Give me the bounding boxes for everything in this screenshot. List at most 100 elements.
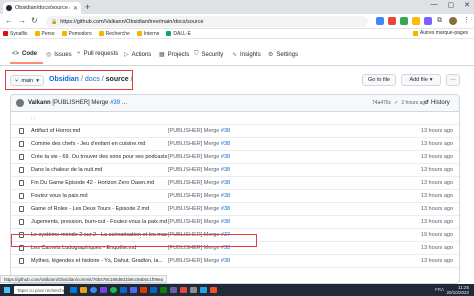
app-icon[interactable] — [190, 287, 197, 293]
clock[interactable]: 11:25 20/10/2022 — [446, 285, 469, 295]
profile-avatar[interactable] — [449, 17, 457, 25]
commit-pr-link[interactable]: #38 — [221, 128, 230, 134]
browser-tab[interactable]: Obsidian/docs/source at main ✕ — [3, 2, 81, 14]
file-commit-message[interactable]: [PUBLISHER] Merge #38 — [168, 258, 230, 264]
table-row[interactable]: Artifact of Horror.md [PUBLISHER] Merge #… — [11, 125, 459, 138]
file-name[interactable]: Comme des chefs - Jeu d'enfant en cuisin… — [31, 141, 167, 147]
commit-pr-link[interactable]: #39 — [110, 100, 120, 106]
tab-code[interactable]: <> Code — [12, 51, 37, 57]
avatar[interactable] — [16, 99, 24, 107]
file-commit-message[interactable]: [PUBLISHER] Merge #38 — [168, 180, 230, 186]
forward-icon[interactable]: → — [18, 16, 26, 26]
tab-pull-requests[interactable]: ⑂ Pull requests — [77, 51, 118, 57]
extension-icon[interactable] — [376, 17, 384, 25]
app-icon[interactable] — [120, 287, 127, 293]
file-name[interactable]: Dans la chaleur de la nuit.md — [31, 167, 167, 173]
language-indicator[interactable]: FRA — [435, 287, 444, 292]
table-row[interactable]: Jugements, pression, burn-out - Foutez-v… — [11, 216, 459, 229]
task-view-icon[interactable] — [70, 287, 77, 293]
tab-actions[interactable]: ▷ Actions — [124, 51, 151, 59]
commit-pr-link[interactable]: #38 — [221, 167, 230, 173]
explorer-icon[interactable] — [80, 287, 87, 293]
history-link[interactable]: ↺ History — [424, 99, 450, 107]
commit-pr-link[interactable]: #38 — [221, 219, 230, 225]
commit-pr-link[interactable]: #38 — [221, 206, 230, 212]
menu-kebab-icon[interactable]: ⋮ — [463, 16, 470, 26]
commit-sha[interactable]: 74a476c — [372, 100, 391, 106]
file-name[interactable]: Mythes, légendes et histoire - Ys, Dahut… — [31, 258, 167, 264]
taskbar-search[interactable]: Taper ici pour rechercher — [14, 286, 64, 294]
commit-pr-link[interactable]: #38 — [221, 180, 230, 186]
table-row[interactable]: Foutez vous la paix.md [PUBLISHER] Merge … — [11, 190, 459, 203]
lock-icon[interactable]: 🔒 — [51, 19, 57, 25]
bookmark-item[interactable]: DALL-E — [166, 31, 191, 37]
file-name[interactable]: Fin Du Game Episode 42 - Horizon Zero Da… — [31, 180, 167, 186]
address-url[interactable]: https://github.com/Valkann/Obsidian/tree… — [60, 19, 203, 25]
more-options-button[interactable]: ··· — [446, 74, 460, 86]
app-icon[interactable] — [210, 287, 217, 293]
tab-insights[interactable]: ∿ Insights — [232, 51, 261, 59]
obsidian-icon[interactable] — [100, 287, 107, 293]
file-name[interactable]: Game of Roles - Les Deux Tours - Episode… — [31, 206, 167, 212]
file-commit-message[interactable]: [PUBLISHER] Merge #38 — [168, 154, 230, 160]
app-icon[interactable] — [140, 287, 147, 293]
branch-selector[interactable]: ⑂ main ▾ — [10, 75, 44, 86]
other-bookmarks[interactable]: Autres marque-pages — [412, 30, 468, 36]
app-icon[interactable] — [150, 287, 157, 293]
close-window-button[interactable]: ✕ — [464, 1, 470, 9]
bookmark-item[interactable]: Synaflix — [3, 31, 28, 37]
table-row[interactable]: Dans la chaleur de la nuit.md [PUBLISHER]… — [11, 164, 459, 177]
file-commit-message[interactable]: [PUBLISHER] Merge #38 — [168, 219, 230, 225]
extension-icon[interactable] — [388, 17, 396, 25]
minimize-button[interactable]: — — [431, 1, 438, 9]
bookmark-item[interactable]: Recherche — [98, 31, 130, 37]
bookmark-item[interactable]: Interne — [136, 31, 159, 37]
tab-security[interactable]: ⛉ Security — [194, 51, 223, 58]
bookmark-item[interactable]: Pomodoro — [61, 31, 92, 37]
back-icon[interactable]: ← — [5, 16, 13, 26]
puzzle-icon[interactable]: ⧉ — [437, 16, 442, 26]
tab-settings[interactable]: ⚙ Settings — [268, 51, 298, 59]
commit-pr-link[interactable]: #38 — [221, 193, 230, 199]
vscode-icon[interactable] — [200, 287, 207, 293]
table-row[interactable]: Mythes, légendes et histoire - Ys, Dahut… — [11, 255, 459, 268]
close-tab-icon[interactable]: ✕ — [73, 5, 78, 12]
tab-projects[interactable]: ▦ Projects — [159, 51, 189, 59]
commit-ellipsis[interactable]: … — [122, 100, 128, 106]
add-file-button[interactable]: Add file ▾ — [401, 74, 441, 86]
address-bar[interactable]: 🔒 https://github.com/Valkann/Obsidian/tr… — [46, 16, 368, 27]
breadcrumb-repo[interactable]: Obsidian — [49, 76, 79, 83]
reload-icon[interactable]: ↻ — [31, 16, 38, 26]
chrome-icon[interactable] — [90, 287, 97, 293]
table-row[interactable]: Crée ta vie - 69. Ou trouver des sons po… — [11, 151, 459, 164]
start-button[interactable] — [4, 287, 10, 293]
extension-icon[interactable] — [412, 17, 420, 25]
commit-pr-link[interactable]: #38 — [221, 258, 230, 264]
file-name[interactable]: .. — [31, 115, 167, 121]
go-to-file-button[interactable]: Go to file — [362, 74, 396, 86]
parent-directory-row[interactable]: .. — [11, 112, 459, 125]
file-name[interactable]: Foutez vous la paix.md — [31, 193, 167, 199]
file-name[interactable]: Crée ta vie - 69. Ou trouver des sons po… — [31, 154, 167, 160]
table-row[interactable]: Game of Roles - Les Deux Tours - Episode… — [11, 203, 459, 216]
bookmark-item[interactable]: Perso — [34, 31, 55, 37]
teams-icon[interactable] — [170, 287, 177, 293]
table-row[interactable]: Comme des chefs - Jeu d'enfant en cuisin… — [11, 138, 459, 151]
file-name[interactable]: Jugements, pression, burn-out - Foutez-v… — [31, 219, 167, 225]
extension-icon[interactable] — [424, 17, 432, 25]
breadcrumb-docs[interactable]: docs — [85, 76, 100, 83]
file-name[interactable]: Artifact of Horror.md — [31, 128, 167, 134]
commit-message[interactable]: [PUBLISHER] Merge — [52, 100, 108, 106]
new-tab-button[interactable]: + — [85, 2, 90, 12]
commit-author[interactable]: Valkann — [28, 100, 51, 106]
tab-issues[interactable]: ◎ Issues — [46, 51, 72, 59]
extension-icon[interactable] — [400, 17, 408, 25]
app-icon[interactable] — [180, 287, 187, 293]
file-commit-message[interactable]: [PUBLISHER] Merge #38 — [168, 141, 230, 147]
app-icon[interactable] — [160, 287, 167, 293]
table-row[interactable]: Fin Du Game Episode 42 - Horizon Zero Da… — [11, 177, 459, 190]
maximize-button[interactable]: ▢ — [448, 1, 455, 9]
commit-pr-link[interactable]: #38 — [221, 154, 230, 160]
file-commit-message[interactable]: [PUBLISHER] Merge #38 — [168, 167, 230, 173]
spotify-icon[interactable] — [110, 287, 117, 293]
